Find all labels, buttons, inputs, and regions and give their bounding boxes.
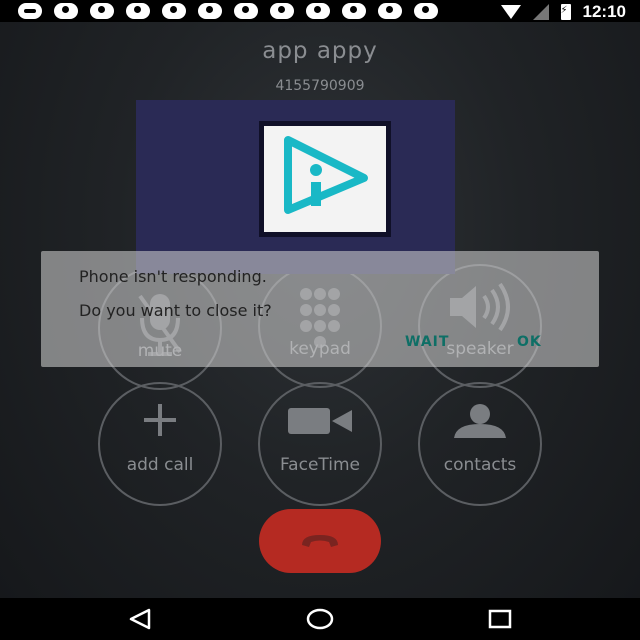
status-bar: 12:10 [0, 0, 640, 22]
music-note-icon [234, 3, 258, 19]
back-icon [129, 608, 151, 630]
contacts-button[interactable] [418, 382, 542, 506]
signal-icon [532, 4, 549, 20]
wait-button[interactable]: WAIT [405, 334, 449, 350]
navigation-bar [0, 598, 640, 640]
battery-charging-icon [560, 4, 571, 20]
music-note-icon [270, 3, 294, 19]
notification-icons [18, 3, 438, 19]
home-button[interactable] [300, 606, 340, 632]
music-note-icon [90, 3, 114, 19]
dialog-message: Do you want to close it? [79, 301, 272, 320]
facetime-button[interactable] [258, 382, 382, 506]
music-note-icon [342, 3, 366, 19]
video-camera-icon [288, 408, 352, 434]
facetime-label: FaceTime [279, 455, 361, 475]
app-logo-overlay [136, 100, 455, 274]
music-note-icon [162, 3, 186, 19]
caller-number: 4155790909 [275, 78, 365, 94]
recents-icon [488, 609, 512, 629]
recents-button[interactable] [480, 606, 520, 632]
home-icon [306, 608, 334, 630]
wifi-icon [500, 5, 521, 19]
app-logo [264, 126, 386, 232]
play-logo-icon [284, 136, 368, 214]
music-note-icon [378, 3, 402, 19]
music-note-icon [54, 3, 78, 19]
plus-icon [144, 404, 176, 436]
music-note-icon [126, 3, 150, 19]
end-call-button[interactable] [259, 509, 381, 573]
end-call-icon [302, 535, 338, 547]
status-clock: 12:10 [582, 2, 626, 21]
not-responding-dialog: Phone isn't responding. Do you want to c… [41, 251, 599, 367]
contact-icon [454, 404, 506, 438]
add-call-button[interactable] [98, 382, 222, 506]
music-note-icon [414, 3, 438, 19]
dialog-title: Phone isn't responding. [79, 267, 267, 286]
contacts-label: contacts [443, 455, 517, 475]
message-icon [18, 3, 42, 19]
caller-name: app appy [262, 38, 378, 64]
music-note-icon [306, 3, 330, 19]
music-note-icon [198, 3, 222, 19]
ok-button[interactable]: OK [517, 334, 542, 350]
add-call-label: add call [126, 455, 194, 475]
back-button[interactable] [120, 606, 160, 632]
